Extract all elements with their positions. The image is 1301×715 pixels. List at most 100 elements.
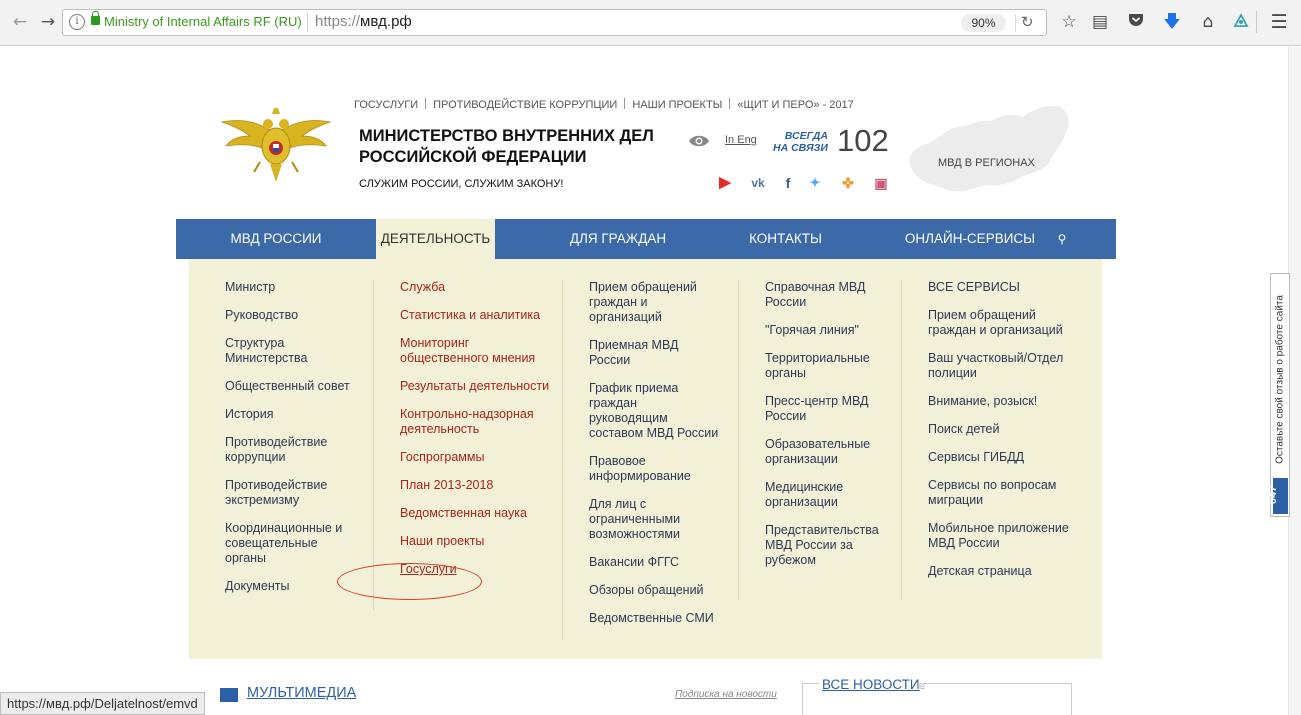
menu-link[interactable]: Территориальные органы (765, 351, 885, 381)
menu-link[interactable]: Служба (400, 280, 550, 295)
vk-icon[interactable]: vk (749, 175, 767, 191)
youtube-icon[interactable]: ▶ (716, 175, 734, 191)
english-version-link[interactable]: In Eng (725, 134, 757, 146)
menu-link[interactable]: Приемная МВД России (589, 338, 719, 368)
top-link-gosuslugi[interactable]: ГОСУСЛУГИ (354, 99, 418, 111)
menu-link[interactable]: Правовое информирование (589, 454, 719, 484)
menu-link[interactable]: Противодействие коррупции (225, 435, 355, 465)
menu-link[interactable]: Ваш участковый/Отдел полиции (928, 351, 1078, 381)
zoom-indicator[interactable]: 90% (961, 14, 1006, 32)
menu-link[interactable]: Поиск детей (928, 422, 1078, 437)
twitter-icon[interactable]: ✦ (806, 175, 824, 191)
menu-link[interactable]: Прием обращений граждан и организаций (589, 280, 719, 325)
back-icon[interactable]: ← (10, 12, 30, 32)
menu-link[interactable]: Сервисы ГИБДД (928, 450, 1078, 465)
multimedia-icon (220, 688, 238, 702)
menu-link[interactable]: Госпрограммы (400, 450, 550, 465)
search-icon[interactable]: ⚲ (1052, 219, 1072, 259)
top-link-projects[interactable]: НАШИ ПРОЕКТЫ (632, 99, 722, 111)
feedback-tab[interactable]: Оставьте свой отзыв о работе сайта 047 (1267, 273, 1290, 517)
menu-link[interactable]: График приема граждан руководящим состав… (589, 381, 719, 441)
eye-icon[interactable] (688, 133, 710, 147)
reader-list-icon[interactable]: ▤ (1089, 11, 1111, 33)
menu-link[interactable]: План 2013-2018 (400, 478, 550, 493)
menu-link[interactable]: Справочная МВД России (765, 280, 885, 310)
menu-link[interactable]: ВСЕ СЕРВИСЫ (928, 280, 1078, 295)
menu-link[interactable]: Пресс-центр МВД России (765, 394, 885, 424)
nav-item-activity[interactable]: ДЕЯТЕЛЬНОСТЬ (376, 219, 495, 259)
reload-icon[interactable]: ↻ (1021, 13, 1034, 31)
menu-link[interactable]: Детская страница (928, 564, 1078, 579)
menu-link[interactable]: Ведомственная наука (400, 506, 550, 521)
menu-link[interactable]: Координационные и совещательные органы (225, 521, 355, 566)
menu-link[interactable]: "Горячая линия" (765, 323, 885, 338)
column-divider (738, 280, 739, 600)
menu-link[interactable]: Образовательные организации (765, 437, 885, 467)
column-divider (373, 280, 374, 610)
feedback-text: Оставьте свой отзыв о работе сайта (1274, 295, 1286, 464)
menu-icon[interactable]: ☰ (1268, 11, 1290, 33)
menu-link[interactable]: Мониторинг общественного мнения (400, 336, 550, 366)
menu-link[interactable]: Внимание, розыск! (928, 394, 1078, 409)
menu-link[interactable]: Мобильное приложение МВД России (928, 521, 1078, 551)
nav-item-mvd-russia[interactable]: МВД РОССИИ (176, 219, 376, 259)
bookmark-star-icon[interactable]: ☆ (1058, 11, 1080, 33)
rss-icon[interactable]: ≋ (916, 679, 926, 693)
nav-item-online-services[interactable]: ОНЛАЙН-СЕРВИСЫ (895, 219, 1045, 259)
menu-link[interactable]: Прием обращений граждан и организаций (928, 308, 1078, 338)
info-icon[interactable]: i (69, 14, 85, 30)
url-divider (307, 13, 308, 32)
forward-icon[interactable]: → (38, 12, 58, 32)
site-identity[interactable]: Ministry of Internal Affairs RF (RU) (104, 14, 302, 29)
lock-icon (91, 11, 100, 25)
multimedia-link[interactable]: МУЛЬТИМЕДИА (247, 685, 356, 701)
gosuslugi-highlight-circle (337, 563, 482, 600)
menu-link[interactable]: Представительства МВД России за рубежом (765, 523, 885, 568)
home-icon[interactable]: ⌂ (1197, 11, 1219, 33)
menu-link[interactable]: Для лиц с ограниченными возможностями (589, 497, 719, 542)
menu-link[interactable]: Документы (225, 579, 355, 594)
menu-link[interactable]: Медицинские организации (765, 480, 885, 510)
menu-link[interactable]: История (225, 407, 355, 422)
menu-column-ministry: Министр Руководство Структура Министерства… (225, 280, 355, 607)
instagram-icon[interactable]: ▣ (872, 175, 890, 191)
menu-link[interactable]: Контрольно-надзорная деятельность (400, 407, 550, 437)
russia-map-icon[interactable] (903, 101, 1073, 197)
menu-link[interactable]: Вакансии ФГГС (589, 555, 719, 570)
menu-link[interactable]: Министр (225, 280, 355, 295)
url-text[interactable]: https://мвд.рф (315, 13, 412, 30)
hotline-number[interactable]: 102 (837, 123, 889, 159)
menu-link[interactable]: Статистика и аналитика (400, 308, 550, 323)
slogan: СЛУЖИМ РОССИИ, СЛУЖИМ ЗАКОНУ! (359, 178, 564, 190)
regions-label[interactable]: МВД В РЕГИОНАХ (938, 157, 1035, 169)
column-divider (562, 280, 563, 640)
facebook-icon[interactable]: f (779, 175, 797, 191)
menu-column-services: ВСЕ СЕРВИСЫ Прием обращений граждан и орг… (928, 280, 1078, 592)
menu-link[interactable]: Ведомственные СМИ (589, 611, 719, 626)
top-link-divider (729, 98, 731, 109)
pocket-icon[interactable] (1125, 11, 1147, 33)
sync-icon[interactable] (1230, 11, 1252, 33)
download-icon[interactable]: 🡇 (1161, 11, 1183, 33)
menu-link[interactable]: Структура Министерства (225, 336, 355, 366)
odnoklassniki-icon[interactable]: ✜ (839, 175, 857, 191)
menu-link[interactable]: Руководство (225, 308, 355, 323)
menu-link[interactable]: Сервисы по вопросам миграции (928, 478, 1078, 508)
feedback-number: 047 (1267, 485, 1280, 505)
menu-link[interactable]: Наши проекты (400, 534, 550, 549)
subscribe-link[interactable]: Подписка на новости (675, 689, 777, 700)
ministry-title[interactable]: МИНИСТЕРСТВО ВНУТРЕННИХ ДЕЛ РОССИЙСКОЙ Ф… (359, 126, 659, 168)
nav-item-citizens[interactable]: ДЛЯ ГРАЖДАН (548, 219, 688, 259)
menu-link[interactable]: Обзоры обращений (589, 583, 719, 598)
menu-link[interactable]: Результаты деятельности (400, 379, 550, 394)
menu-link[interactable]: Противодействие экстремизму (225, 478, 355, 508)
all-news-link[interactable]: ВСЕ НОВОСТИ (819, 677, 923, 692)
column-divider (901, 280, 902, 600)
url-bar[interactable]: i Ministry of Internal Affairs RF (RU) h… (62, 9, 1047, 36)
top-link-shield-pen[interactable]: «ЩИТ И ПЕРО» - 2017 (737, 99, 853, 111)
nav-item-contacts[interactable]: КОНТАКТЫ (728, 219, 843, 259)
top-link-anticorruption[interactable]: ПРОТИВОДЕЙСТВИЕ КОРРУПЦИИ (433, 99, 617, 111)
menu-link[interactable]: Общественный совет (225, 379, 355, 394)
top-link-divider (425, 98, 427, 109)
double-headed-eagle-emblem[interactable] (220, 104, 332, 184)
